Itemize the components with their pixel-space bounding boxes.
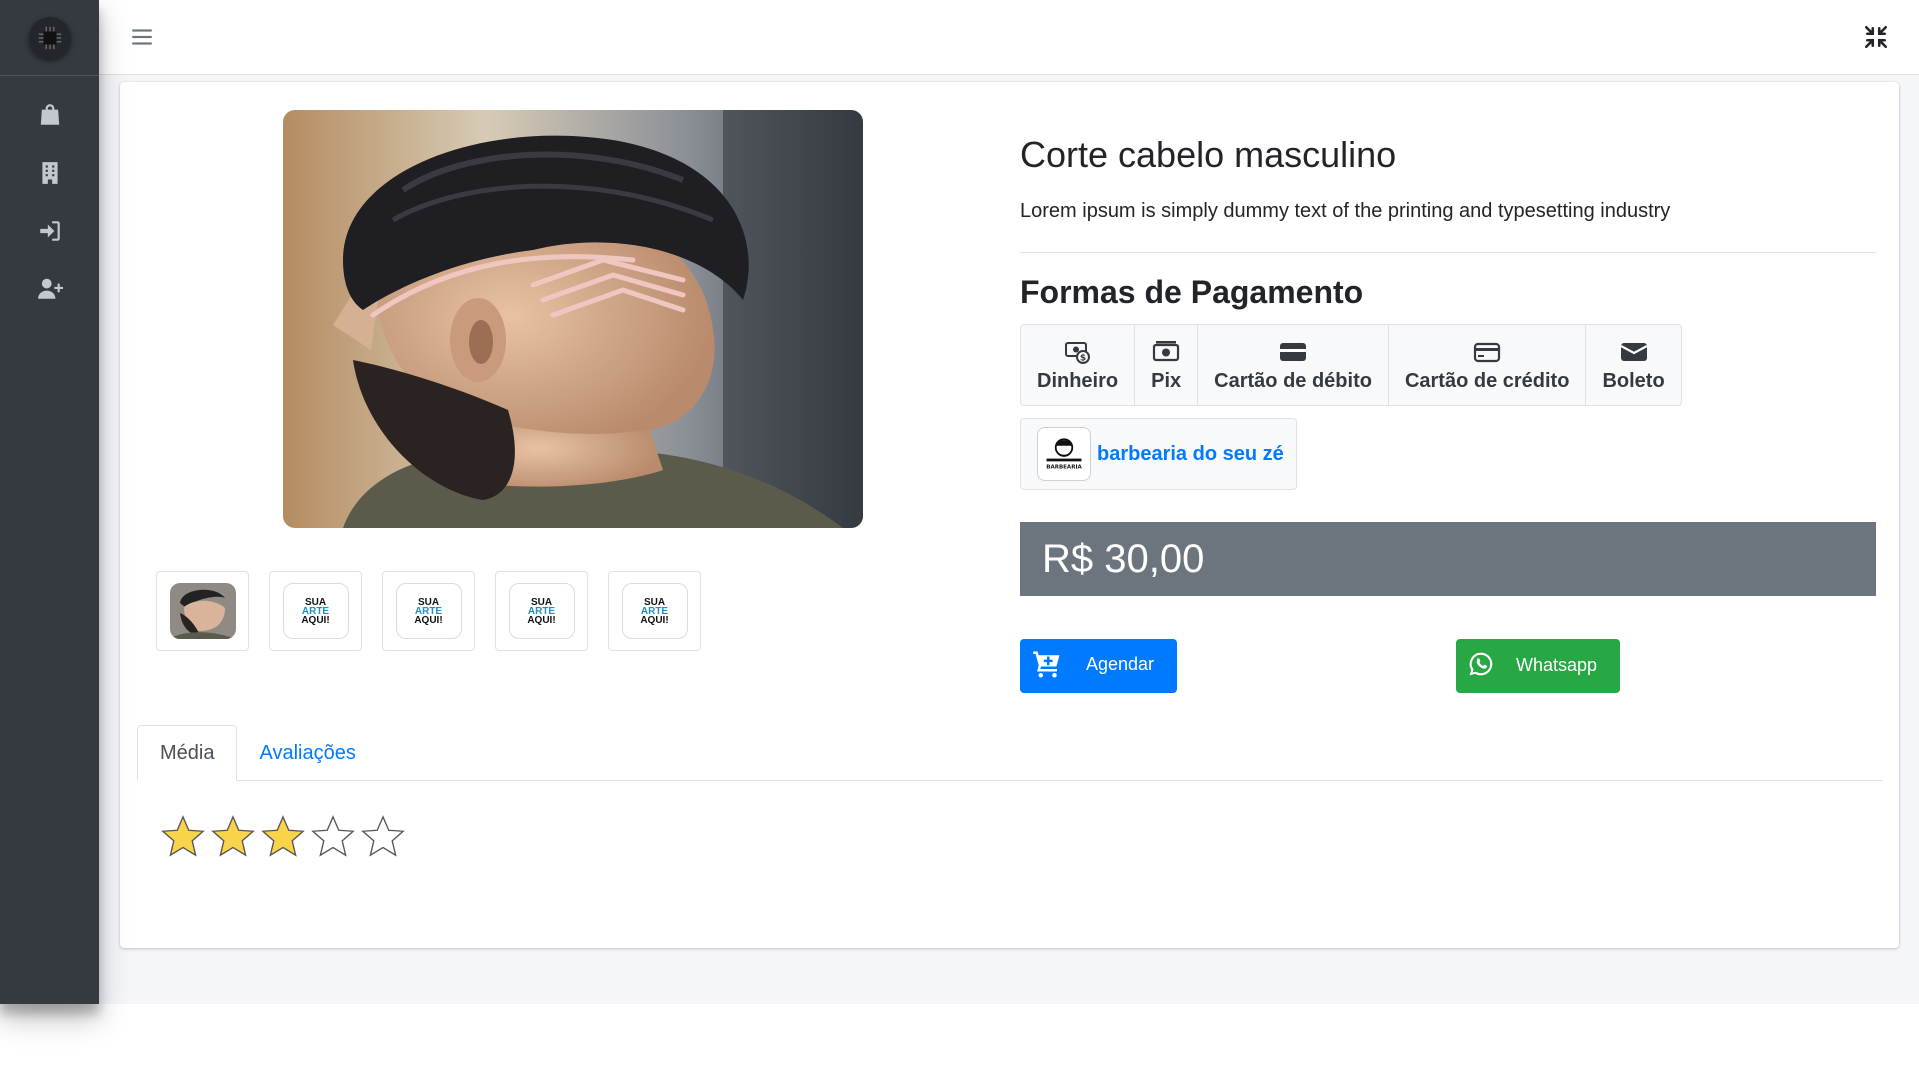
fullscreen-toggle-button[interactable] [1863, 24, 1889, 50]
payment-credit-card[interactable]: Cartão de crédito [1389, 325, 1587, 405]
schedule-label: Agendar [1086, 654, 1155, 674]
menu-toggle-button[interactable] [129, 24, 155, 50]
price-bar: R$ 30,00 [1020, 522, 1876, 596]
brand-logo-icon [38, 26, 61, 49]
placeholder-art: SUA ARTE AQUI! [621, 583, 688, 639]
star-filled-icon [211, 815, 255, 857]
barber-logo-icon: BARBEARIA [1046, 438, 1082, 471]
divider [1020, 252, 1876, 253]
placeholder-art: SUA ARTE AQUI! [282, 583, 349, 639]
store-link[interactable]: BARBEARIA barbearia do seu zé [1020, 418, 1297, 490]
store-name: barbearia do seu zé [1097, 442, 1284, 465]
sidebar [0, 0, 99, 1004]
thumbnail-1[interactable] [156, 571, 249, 651]
store-logo-text: BARBEARIA [1046, 465, 1082, 471]
haircut-thumbnail-image [169, 583, 236, 639]
boleto-icon [1620, 342, 1648, 361]
placeholder-art: SUA ARTE AQUI! [395, 583, 462, 639]
user-plus-icon [37, 278, 63, 299]
payment-methods-title: Formas de Pagamento [1020, 274, 1364, 310]
sidebar-item-shop[interactable] [0, 86, 99, 144]
payment-pix[interactable]: Pix [1135, 325, 1199, 405]
payment-boleto[interactable]: Boleto [1586, 325, 1680, 405]
thumbnail-2[interactable]: SUA ARTE AQUI! [269, 571, 362, 651]
payment-debit-card[interactable]: Cartão de débito [1198, 325, 1389, 405]
credit-card-icon [1474, 342, 1501, 362]
thumbnail-4[interactable]: SUA ARTE AQUI! [495, 571, 588, 651]
thumbnail-strip: SUA ARTE AQUI! SUA ARTE AQUI! SUA ARTE AQUI! S… [156, 571, 701, 651]
star-empty-icon [361, 815, 405, 857]
payment-label: Boleto [1602, 369, 1665, 392]
star-empty-icon [311, 815, 355, 857]
payment-label: Cartão de débito [1214, 369, 1372, 392]
payment-label: Cartão de crédito [1404, 369, 1570, 392]
tab-media[interactable]: Média [137, 725, 238, 781]
sidebar-item-register[interactable] [0, 260, 99, 318]
whatsapp-icon [1469, 652, 1493, 676]
app-root: SUA ARTE AQUI! SUA ARTE AQUI! SUA ARTE AQUI! S… [0, 0, 1919, 1004]
product-main-image [283, 110, 863, 528]
whatsapp-button[interactable]: Whatsapp [1456, 639, 1620, 693]
price-value: R$ 30,00 [1042, 536, 1205, 581]
star-filled-icon [161, 815, 205, 857]
whatsapp-label: Whatsapp [1516, 655, 1598, 675]
debit-card-icon [1280, 342, 1307, 361]
placeholder-art: SUA ARTE AQUI! [508, 583, 575, 639]
star-rating [160, 814, 406, 860]
tabs: Média Avaliações [137, 725, 1882, 781]
shopping-bag-icon [40, 104, 59, 125]
sign-in-icon [39, 221, 60, 241]
brand-logo[interactable] [28, 16, 71, 59]
money-icon: $ [1064, 341, 1090, 364]
store-avatar: BARBEARIA [1037, 427, 1091, 481]
thumbnail-5[interactable]: SUA ARTE AQUI! [608, 571, 701, 651]
schedule-button[interactable]: Agendar [1020, 639, 1177, 693]
hamburger-icon [132, 29, 152, 45]
payment-label: Dinheiro [1037, 369, 1119, 392]
building-icon [41, 162, 58, 184]
haircut-photo [283, 110, 863, 528]
sidebar-item-login[interactable] [0, 202, 99, 260]
cart-plus-icon [1033, 651, 1060, 678]
product-card: SUA ARTE AQUI! SUA ARTE AQUI! SUA ARTE AQUI! S… [120, 82, 1899, 948]
compress-icon [1864, 25, 1888, 49]
tab-avaliacoes[interactable]: Avaliações [237, 725, 377, 781]
brand[interactable] [0, 0, 99, 76]
payment-label: Pix [1151, 369, 1182, 392]
thumbnail-3[interactable]: SUA ARTE AQUI! [382, 571, 475, 651]
product-title: Corte cabelo masculino [1020, 134, 1397, 175]
payment-cash[interactable]: $ Dinheiro [1021, 325, 1136, 405]
svg-text:$: $ [1079, 353, 1085, 363]
product-description: Lorem ipsum is simply dummy text of the … [1020, 200, 1671, 222]
payment-methods-group: $ Dinheiro Pix Cartão de débito Cartão d… [1020, 324, 1682, 406]
top-navbar [99, 0, 1919, 75]
pix-icon [1153, 340, 1180, 361]
star-filled-icon [261, 815, 305, 857]
sidebar-item-company[interactable] [0, 144, 99, 202]
